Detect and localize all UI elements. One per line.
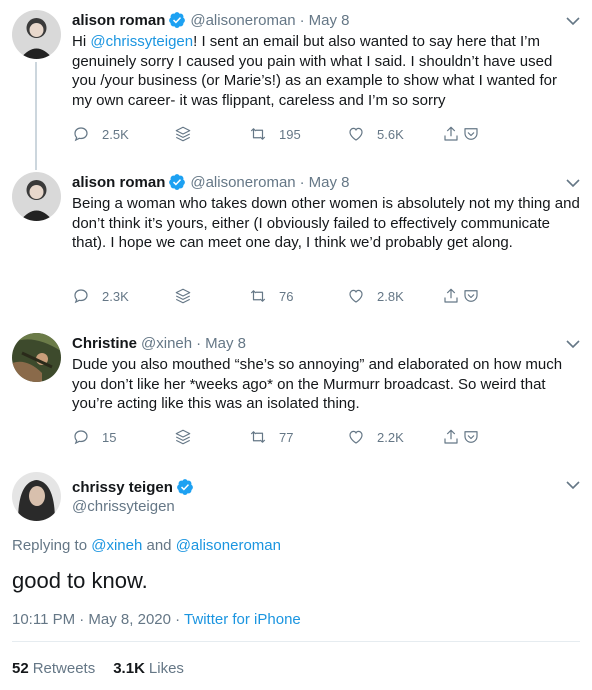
author-handle[interactable]: @alisoneroman — [190, 12, 295, 29]
retweet-button[interactable]: 76 — [249, 286, 293, 306]
author-name[interactable]: alison roman — [72, 174, 165, 191]
like-button[interactable]: 2.2K — [347, 427, 404, 447]
heart-icon — [349, 289, 363, 303]
author-handle[interactable]: @xineh — [141, 335, 192, 352]
retweet-count: 77 — [279, 429, 294, 445]
retweet-icon — [250, 290, 266, 302]
tweet-1[interactable]: alison roman @alisoneroman · May 8 Hi @c… — [0, 10, 592, 160]
share-icon — [444, 288, 458, 303]
verified-badge-icon — [169, 12, 186, 28]
retweet-icon — [250, 431, 266, 443]
tweet-meta: 10:11 PM · May 8, 2020 · Twitter for iPh… — [12, 611, 301, 628]
reply-count: 2.5K — [102, 126, 129, 142]
reply-count: 15 — [102, 429, 117, 445]
share-button[interactable] — [442, 427, 480, 447]
separator-dot: · — [299, 173, 305, 191]
tweet-stats: 52 Retweets 3.1K Likes — [12, 660, 202, 677]
pocket-icon — [464, 290, 478, 302]
likes-stat[interactable]: 3.1K Likes — [113, 660, 184, 677]
layers-button[interactable] — [174, 286, 204, 306]
chevron-down-icon[interactable] — [566, 339, 580, 349]
retweet-button[interactable]: 195 — [249, 124, 301, 144]
layers-button[interactable] — [174, 427, 204, 447]
verified-badge-icon — [177, 479, 193, 495]
pocket-icon — [464, 431, 478, 443]
tweet-header: Christine @xineh · May 8 — [72, 333, 246, 353]
share-button[interactable] — [442, 124, 480, 144]
tweet-2[interactable]: alison roman @alisoneroman · May 8 Being… — [0, 172, 592, 312]
layers-icon — [175, 288, 191, 304]
share-icon — [444, 429, 458, 444]
avatar[interactable] — [12, 172, 61, 221]
tweet-actions: 15 77 2.2K — [72, 427, 492, 447]
tweet-3[interactable]: Christine @xineh · May 8 Dude you also m… — [0, 333, 592, 453]
share-icon — [444, 126, 458, 141]
mention-link[interactable]: @alisoneroman — [176, 537, 281, 554]
layers-icon — [175, 429, 191, 445]
retweet-count: 76 — [279, 288, 294, 304]
like-count: 2.8K — [377, 288, 404, 304]
avatar[interactable] — [12, 10, 61, 59]
replying-to: Replying to @xineh and @alisoneroman — [12, 537, 281, 554]
source-link[interactable]: Twitter for iPhone — [184, 611, 301, 628]
retweet-icon — [250, 128, 266, 140]
author-handle[interactable]: @chrissyteigen — [72, 498, 175, 515]
mention-link[interactable]: @xineh — [91, 537, 142, 554]
retweet-button[interactable]: 77 — [249, 427, 293, 447]
tweet-text: Dude you also mouthed “she’s so annoying… — [72, 356, 563, 412]
retweets-stat[interactable]: 52 Retweets — [12, 660, 95, 677]
verified-badge-icon — [169, 174, 186, 190]
reply-icon — [74, 289, 88, 304]
reply-button[interactable]: 15 — [72, 427, 116, 447]
avatar[interactable] — [12, 333, 61, 382]
author-handle[interactable]: @alisoneroman — [190, 174, 295, 191]
reply-icon — [74, 430, 88, 445]
tweet-actions: 2.5K 195 5.6K — [72, 124, 492, 144]
chevron-down-icon[interactable] — [566, 16, 580, 26]
author-name[interactable]: alison roman — [72, 12, 165, 29]
separator-dot: · — [196, 334, 202, 352]
like-count: 2.2K — [377, 429, 404, 445]
divider — [12, 641, 580, 642]
tweet-header: alison roman @alisoneroman · May 8 — [72, 10, 350, 30]
tweet-actions: 2.3K 76 2.8K — [72, 286, 492, 306]
heart-icon — [349, 430, 363, 444]
like-button[interactable]: 5.6K — [347, 124, 404, 144]
tweet-header: alison roman @alisoneroman · May 8 — [72, 172, 350, 192]
tweet-time[interactable]: May 8 — [309, 174, 350, 191]
heart-icon — [349, 127, 363, 141]
tweet-time[interactable]: May 8 — [309, 12, 350, 29]
share-button[interactable] — [442, 286, 480, 306]
chevron-down-icon[interactable] — [566, 178, 580, 188]
reply-count: 2.3K — [102, 288, 129, 304]
author-name[interactable]: Christine — [72, 335, 137, 352]
timestamp[interactable]: 10:11 PM · May 8, 2020 · — [12, 611, 184, 628]
layers-icon — [175, 126, 191, 142]
retweet-count: 195 — [279, 126, 301, 142]
tweet-text: Being a woman who takes down other women… — [72, 195, 580, 251]
layers-button[interactable] — [174, 124, 204, 144]
chevron-down-icon[interactable] — [566, 480, 580, 490]
reply-button[interactable]: 2.5K — [72, 124, 129, 144]
like-button[interactable]: 2.8K — [347, 286, 404, 306]
tweet-text: Hi @chrissyteigen! I sent an email but a… — [72, 33, 557, 109]
avatar[interactable] — [12, 472, 61, 521]
author-name[interactable]: chrissy teigen — [72, 478, 194, 496]
pocket-icon — [464, 128, 478, 140]
mention-link[interactable]: @chrissyteigen — [90, 33, 193, 50]
reply-icon — [74, 127, 88, 142]
reply-button[interactable]: 2.3K — [72, 286, 129, 306]
tweet-text: good to know. — [12, 568, 148, 593]
like-count: 5.6K — [377, 126, 404, 142]
separator-dot: · — [299, 11, 305, 29]
tweet-time[interactable]: May 8 — [205, 335, 246, 352]
